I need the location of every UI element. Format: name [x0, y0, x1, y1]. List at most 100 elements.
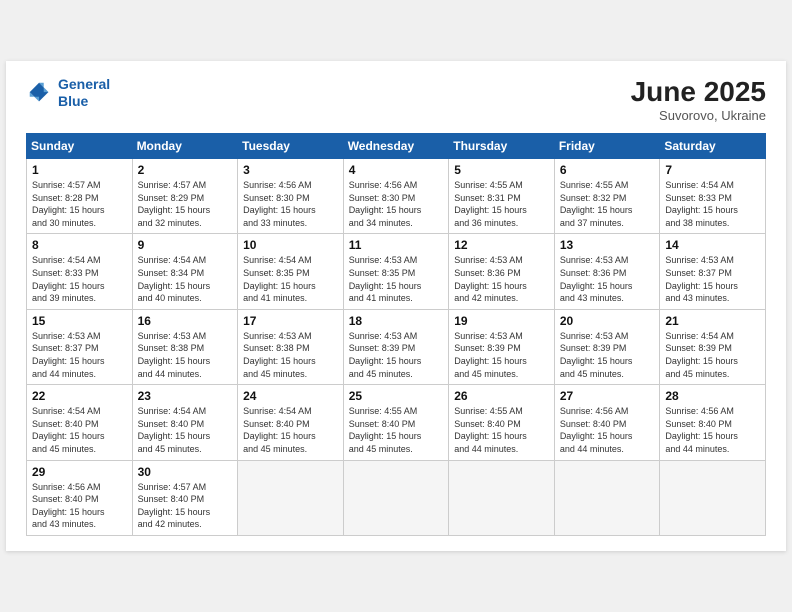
logo: General Blue	[26, 76, 110, 110]
month-title: June 2025	[631, 76, 766, 108]
calendar-cell: 20 Sunrise: 4:53 AMSunset: 8:39 PMDayligh…	[554, 309, 660, 384]
day-info: Sunrise: 4:57 AMSunset: 8:29 PMDaylight:…	[138, 179, 233, 229]
col-monday: Monday	[132, 134, 238, 159]
calendar-week-row: 15Sunrise: 4:53 AMSunset: 8:37 PMDayligh…	[27, 309, 766, 384]
calendar-cell: 23Sunrise: 4:54 AMSunset: 8:40 PMDayligh…	[132, 385, 238, 460]
day-info: Sunrise: 4:53 AMSunset: 8:36 PMDaylight:…	[454, 254, 549, 304]
day-number: 9	[138, 238, 233, 252]
day-number: 11	[349, 238, 444, 252]
day-info: Sunrise: 4:54 AMSunset: 8:40 PMDaylight:…	[243, 405, 338, 455]
day-number: 30	[138, 465, 233, 479]
calendar-cell: 13 Sunrise: 4:53 AMSunset: 8:36 PMDayligh…	[554, 234, 660, 309]
calendar-cell: 28 Sunrise: 4:56 AMSunset: 8:40 PMDayligh…	[660, 385, 766, 460]
day-number: 26	[454, 389, 549, 403]
day-info: Sunrise: 4:56 AMSunset: 8:30 PMDaylight:…	[349, 179, 444, 229]
calendar-cell: 27Sunrise: 4:56 AMSunset: 8:40 PMDayligh…	[554, 385, 660, 460]
calendar-cell: 21 Sunrise: 4:54 AMSunset: 8:39 PMDayligh…	[660, 309, 766, 384]
day-number: 2	[138, 163, 233, 177]
day-number: 7	[665, 163, 760, 177]
day-info: Sunrise: 4:54 AMSunset: 8:35 PMDaylight:…	[243, 254, 338, 304]
day-info: Sunrise: 4:56 AMSunset: 8:40 PMDaylight:…	[665, 405, 760, 455]
calendar-cell: 15Sunrise: 4:53 AMSunset: 8:37 PMDayligh…	[27, 309, 133, 384]
calendar-cell: 9 Sunrise: 4:54 AMSunset: 8:34 PMDaylight…	[132, 234, 238, 309]
day-info: Sunrise: 4:53 AMSunset: 8:35 PMDaylight:…	[349, 254, 444, 304]
calendar-cell: 22 Sunrise: 4:54 AMSunset: 8:40 PMDayligh…	[27, 385, 133, 460]
day-info: Sunrise: 4:54 AMSunset: 8:40 PMDaylight:…	[32, 405, 127, 455]
day-info: Sunrise: 4:54 AMSunset: 8:34 PMDaylight:…	[138, 254, 233, 304]
day-info: Sunrise: 4:55 AMSunset: 8:40 PMDaylight:…	[454, 405, 549, 455]
day-number: 14	[665, 238, 760, 252]
day-info: Sunrise: 4:53 AMSunset: 8:37 PMDaylight:…	[32, 330, 127, 380]
day-info: Sunrise: 4:55 AMSunset: 8:32 PMDaylight:…	[560, 179, 655, 229]
day-number: 8	[32, 238, 127, 252]
day-info: Sunrise: 4:55 AMSunset: 8:31 PMDaylight:…	[454, 179, 549, 229]
calendar-cell: 26 Sunrise: 4:55 AMSunset: 8:40 PMDayligh…	[449, 385, 555, 460]
day-info: Sunrise: 4:54 AMSunset: 8:39 PMDaylight:…	[665, 330, 760, 380]
calendar-cell: 29 Sunrise: 4:56 AMSunset: 8:40 PMDayligh…	[27, 460, 133, 535]
calendar-cell: 12 Sunrise: 4:53 AMSunset: 8:36 PMDayligh…	[449, 234, 555, 309]
calendar-cell: 16 Sunrise: 4:53 AMSunset: 8:38 PMDayligh…	[132, 309, 238, 384]
day-number: 21	[665, 314, 760, 328]
calendar-cell	[660, 460, 766, 535]
day-number: 1	[32, 163, 127, 177]
logo-text: General Blue	[58, 76, 110, 110]
col-saturday: Saturday	[660, 134, 766, 159]
calendar-cell: 24 Sunrise: 4:54 AMSunset: 8:40 PMDayligh…	[238, 385, 344, 460]
day-number: 24	[243, 389, 338, 403]
calendar-cell: 6 Sunrise: 4:55 AMSunset: 8:32 PMDaylight…	[554, 159, 660, 234]
day-number: 23	[138, 389, 233, 403]
col-wednesday: Wednesday	[343, 134, 449, 159]
day-number: 16	[138, 314, 233, 328]
col-tuesday: Tuesday	[238, 134, 344, 159]
calendar-cell	[554, 460, 660, 535]
calendar-cell: 17 Sunrise: 4:53 AMSunset: 8:38 PMDayligh…	[238, 309, 344, 384]
day-number: 6	[560, 163, 655, 177]
day-info: Sunrise: 4:53 AMSunset: 8:36 PMDaylight:…	[560, 254, 655, 304]
day-number: 22	[32, 389, 127, 403]
calendar-cell: 11 Sunrise: 4:53 AMSunset: 8:35 PMDayligh…	[343, 234, 449, 309]
calendar-cell: 25 Sunrise: 4:55 AMSunset: 8:40 PMDayligh…	[343, 385, 449, 460]
day-number: 25	[349, 389, 444, 403]
day-number: 12	[454, 238, 549, 252]
title-block: June 2025 Suvorovo, Ukraine	[631, 76, 766, 123]
calendar-cell: 8Sunrise: 4:54 AMSunset: 8:33 PMDaylight…	[27, 234, 133, 309]
location-subtitle: Suvorovo, Ukraine	[631, 108, 766, 123]
day-number: 27	[560, 389, 655, 403]
day-number: 17	[243, 314, 338, 328]
col-friday: Friday	[554, 134, 660, 159]
calendar-cell: 1Sunrise: 4:57 AMSunset: 8:28 PMDaylight…	[27, 159, 133, 234]
logo-line2: Blue	[58, 93, 88, 109]
day-info: Sunrise: 4:54 AMSunset: 8:33 PMDaylight:…	[665, 179, 760, 229]
calendar-cell: 14Sunrise: 4:53 AMSunset: 8:37 PMDayligh…	[660, 234, 766, 309]
day-info: Sunrise: 4:55 AMSunset: 8:40 PMDaylight:…	[349, 405, 444, 455]
calendar-week-row: 8Sunrise: 4:54 AMSunset: 8:33 PMDaylight…	[27, 234, 766, 309]
calendar-cell	[238, 460, 344, 535]
calendar-header: General Blue June 2025 Suvorovo, Ukraine	[26, 76, 766, 123]
day-info: Sunrise: 4:53 AMSunset: 8:38 PMDaylight:…	[138, 330, 233, 380]
calendar-cell: 18Sunrise: 4:53 AMSunset: 8:39 PMDayligh…	[343, 309, 449, 384]
logo-line1: General	[58, 76, 110, 92]
day-info: Sunrise: 4:53 AMSunset: 8:39 PMDaylight:…	[349, 330, 444, 380]
calendar-cell: 30 Sunrise: 4:57 AMSunset: 8:40 PMDayligh…	[132, 460, 238, 535]
calendar-week-row: 29 Sunrise: 4:56 AMSunset: 8:40 PMDayligh…	[27, 460, 766, 535]
day-info: Sunrise: 4:53 AMSunset: 8:39 PMDaylight:…	[560, 330, 655, 380]
calendar-cell: 3Sunrise: 4:56 AMSunset: 8:30 PMDaylight…	[238, 159, 344, 234]
day-number: 28	[665, 389, 760, 403]
day-info: Sunrise: 4:56 AMSunset: 8:40 PMDaylight:…	[32, 481, 127, 531]
calendar-cell: 10 Sunrise: 4:54 AMSunset: 8:35 PMDayligh…	[238, 234, 344, 309]
day-number: 29	[32, 465, 127, 479]
calendar-header-row: Sunday Monday Tuesday Wednesday Thursday…	[27, 134, 766, 159]
calendar-cell	[343, 460, 449, 535]
calendar-week-row: 22 Sunrise: 4:54 AMSunset: 8:40 PMDayligh…	[27, 385, 766, 460]
day-number: 19	[454, 314, 549, 328]
calendar-cell: 2 Sunrise: 4:57 AMSunset: 8:29 PMDaylight…	[132, 159, 238, 234]
day-number: 10	[243, 238, 338, 252]
day-info: Sunrise: 4:53 AMSunset: 8:39 PMDaylight:…	[454, 330, 549, 380]
day-number: 5	[454, 163, 549, 177]
calendar-week-row: 1Sunrise: 4:57 AMSunset: 8:28 PMDaylight…	[27, 159, 766, 234]
day-info: Sunrise: 4:53 AMSunset: 8:38 PMDaylight:…	[243, 330, 338, 380]
calendar-container: General Blue June 2025 Suvorovo, Ukraine…	[6, 61, 786, 551]
day-info: Sunrise: 4:57 AMSunset: 8:40 PMDaylight:…	[138, 481, 233, 531]
day-number: 13	[560, 238, 655, 252]
day-number: 20	[560, 314, 655, 328]
